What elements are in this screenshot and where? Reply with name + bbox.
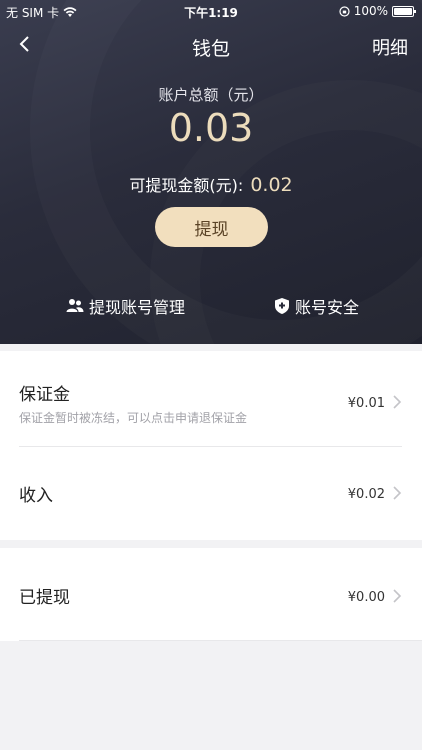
page-title: 钱包 [191, 38, 230, 60]
income-title: 收入 [19, 486, 53, 506]
nav-bar: 钱包 明细 [0, 22, 422, 70]
wallet-header: 无 SIM 卡 下午1:19 100% 钱包 明细 账户总额（元） 0.03 可… [0, 0, 422, 344]
account-security-label: 账号安全 [295, 298, 360, 317]
account-manage-link[interactable]: 提现账号管理 [66, 294, 185, 318]
withdrawable-label: 可提现金额(元): [129, 176, 244, 195]
withdrawn-card: 已提现 ¥0.00 [0, 548, 422, 641]
total-balance-label: 账户总额（元） [158, 86, 264, 104]
account-manage-label: 提现账号管理 [89, 298, 186, 317]
shield-icon [275, 298, 289, 314]
deposit-income-card: 保证金 保证金暂时被冻结，可以点击申请退保证金 ¥0.01 收入 ¥0.02 [0, 351, 422, 540]
total-balance-value: 0.03 [168, 106, 254, 150]
withdraw-button[interactable]: 提现 [155, 207, 268, 247]
users-icon [66, 299, 84, 312]
orientation-lock-icon [339, 5, 350, 17]
deposit-value: ¥0.01 [347, 396, 385, 411]
account-security-link[interactable]: 账号安全 [274, 294, 359, 318]
battery-icon [392, 5, 416, 17]
withdrawn-row[interactable]: 已提现 ¥0.00 [0, 548, 422, 641]
withdrawable-value: 0.02 [250, 174, 293, 196]
detail-button[interactable]: 明细 [372, 34, 408, 60]
chevron-right-icon [393, 486, 402, 500]
withdrawn-value: ¥0.00 [347, 590, 385, 605]
status-bar: 无 SIM 卡 下午1:19 100% [0, 0, 422, 22]
withdrawable-amount: 可提现金额(元): 0.02 [0, 172, 422, 196]
income-value: ¥0.02 [347, 487, 385, 502]
chevron-right-icon [393, 589, 402, 603]
withdrawn-title: 已提现 [19, 588, 70, 608]
deposit-subtitle: 保证金暂时被冻结，可以点击申请退保证金 [19, 411, 248, 425]
status-right: 100% [339, 4, 416, 18]
deposit-row[interactable]: 保证金 保证金暂时被冻结，可以点击申请退保证金 ¥0.01 [0, 351, 422, 446]
income-row[interactable]: 收入 ¥0.02 [0, 447, 422, 540]
battery-percent: 100% [353, 4, 388, 18]
deposit-title: 保证金 [19, 385, 70, 405]
chevron-right-icon [393, 395, 402, 409]
row-divider [19, 640, 422, 641]
